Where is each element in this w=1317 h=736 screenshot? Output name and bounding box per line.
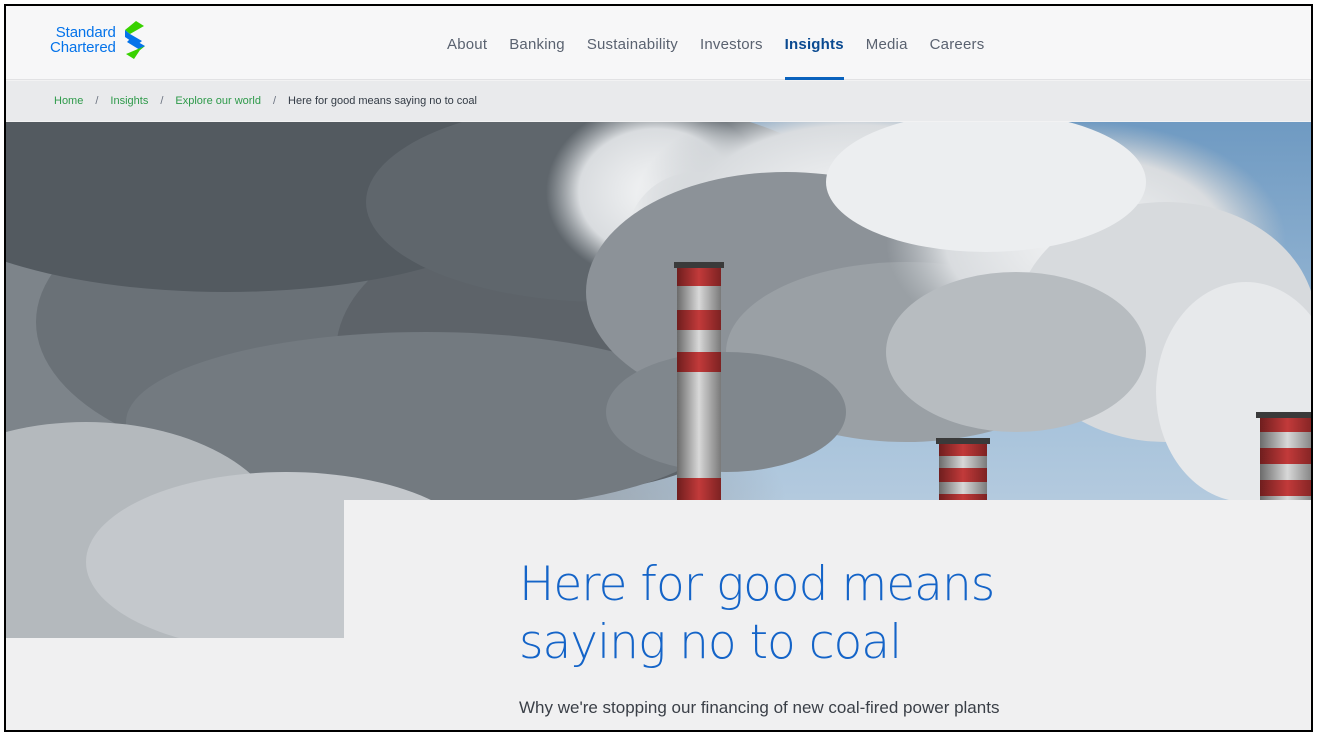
logo-wordmark: Standard Chartered [50,25,116,55]
nav-sustainability[interactable]: Sustainability [587,6,678,80]
browser-frame: Standard Chartered About Banking Sustain… [4,4,1313,732]
article-subtitle: Why we're stopping our financing of new … [519,698,1000,717]
nav-about[interactable]: About [447,6,487,80]
hero-bottom-strip [6,638,344,730]
smokestack [674,262,724,506]
breadcrumb-explore-our-world[interactable]: Explore our world [175,95,261,107]
smokestack [936,438,990,506]
standard-chartered-logo[interactable]: Standard Chartered [50,20,148,60]
article-header-card: Here for good means saying no to coal Wh… [344,500,1311,730]
breadcrumb-separator: / [95,95,99,107]
site-header: Standard Chartered About Banking Sustain… [6,6,1311,80]
logo-symbol-icon [124,21,145,59]
logo-line-1: Standard [55,24,116,41]
smokestack [1256,412,1311,506]
nav-media[interactable]: Media [866,6,908,80]
breadcrumb-home[interactable]: Home [54,95,83,107]
article-title-line-1: Here for good means [519,557,995,612]
article-title: Here for good means saying no to coal [519,556,1159,672]
breadcrumb-insights[interactable]: Insights [110,95,148,107]
breadcrumb: Home / Insights / Explore our world / He… [6,81,1311,121]
breadcrumb-separator: / [272,95,277,107]
breadcrumb-current-page: Here for good means saying no to coal [288,95,477,107]
nav-careers[interactable]: Careers [930,6,985,80]
main-nav: About Banking Sustainability Investors I… [447,6,1006,80]
logo-line-2: Chartered [50,39,116,56]
nav-insights[interactable]: Insights [784,6,844,80]
nav-investors[interactable]: Investors [700,6,763,80]
article-title-line-2: saying no to coal [519,615,902,670]
nav-banking[interactable]: Banking [509,6,565,80]
breadcrumb-separator: / [160,95,164,107]
